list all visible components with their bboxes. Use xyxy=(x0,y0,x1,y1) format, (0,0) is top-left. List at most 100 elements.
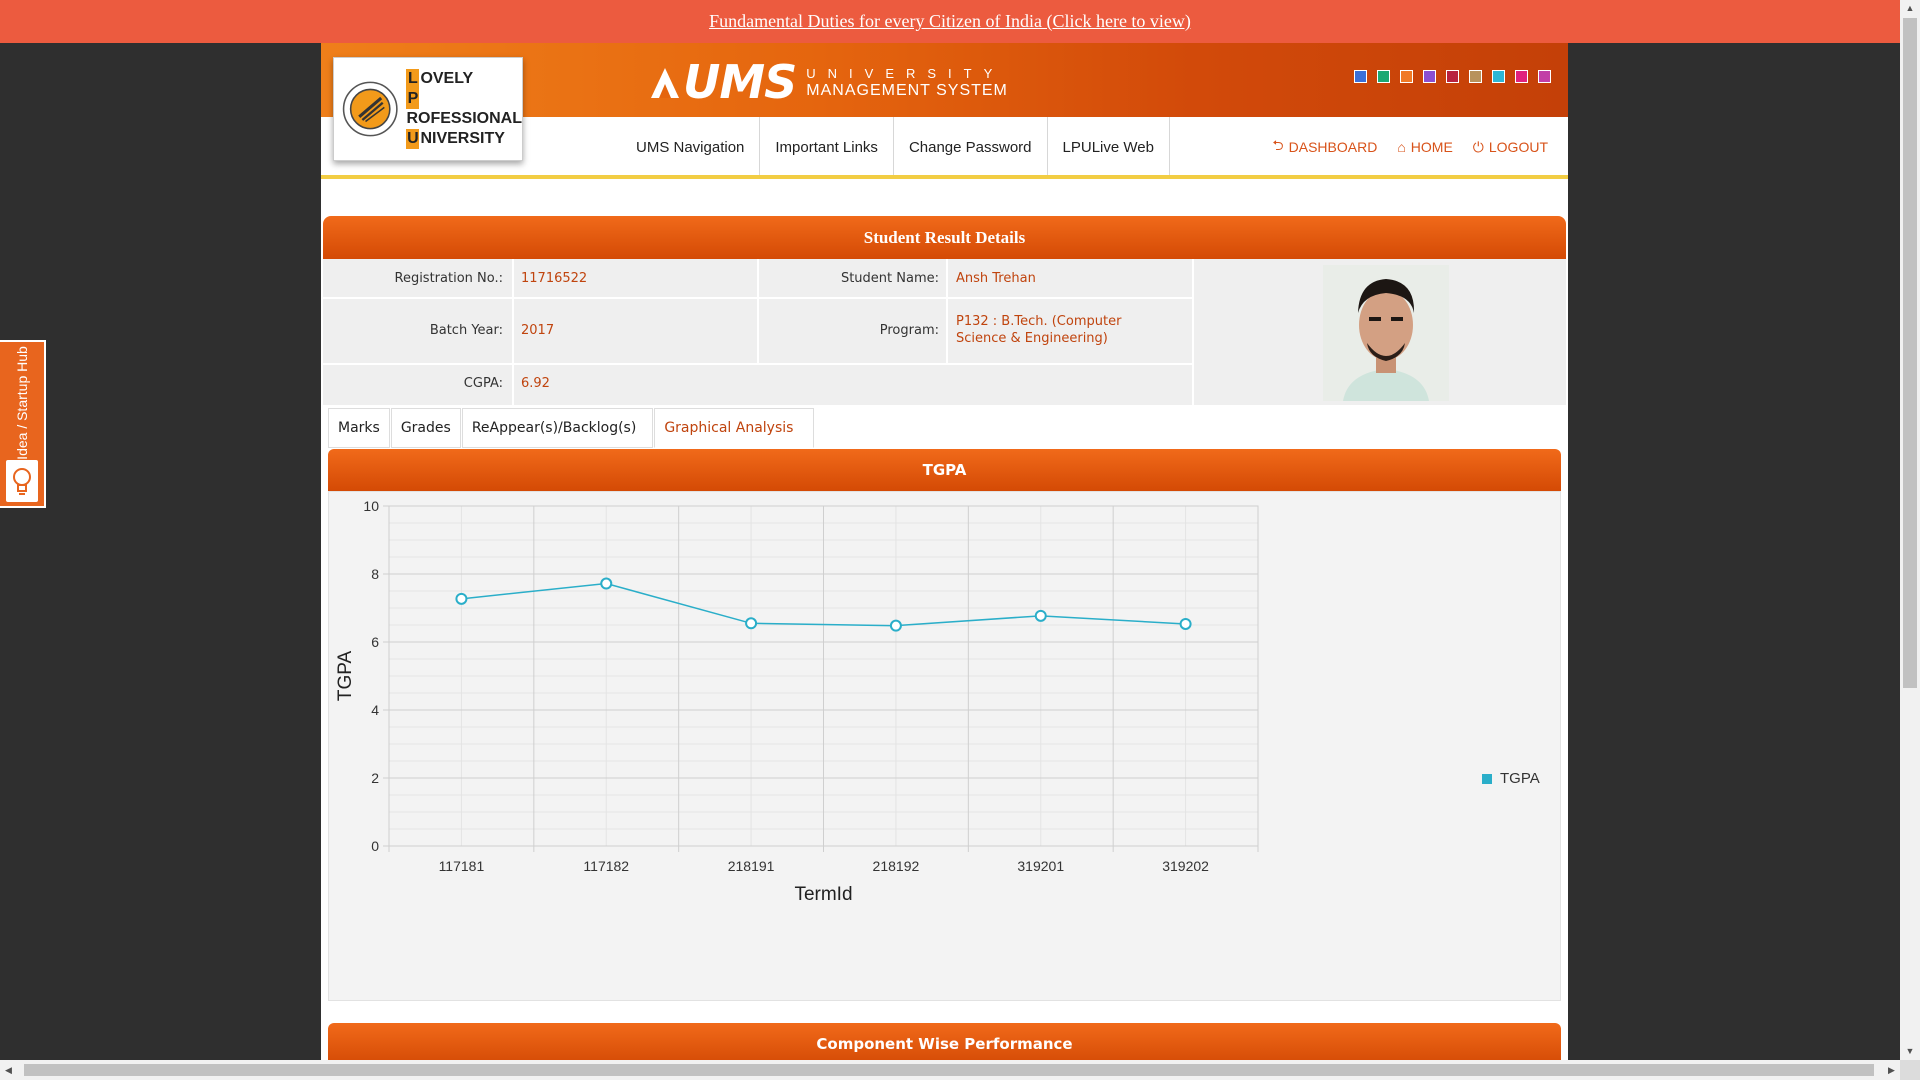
theme-swatch-8[interactable] xyxy=(1515,70,1528,83)
cgpa-label: CGPA: xyxy=(463,376,503,391)
student-info-table: Registration No.: 11716522 Student Name:… xyxy=(323,259,1566,405)
theme-swatch-3[interactable] xyxy=(1400,70,1413,83)
theme-swatch-9[interactable] xyxy=(1538,70,1551,83)
y-tick-label: 0 xyxy=(371,838,379,854)
ums-subtitle: UNIVERSITY MANAGEMENT SYSTEM xyxy=(806,65,1008,99)
divider-h2 xyxy=(323,363,1192,365)
ums-sub-line2: MANAGEMENT SYSTEM xyxy=(806,82,1008,99)
fundamental-duties-banner: Fundamental Duties for every Citizen of … xyxy=(0,0,1900,43)
horizontal-scroll-thumb[interactable] xyxy=(24,1064,1874,1076)
quick-links: ⮌ DASHBOARD ⌂ HOME ⏻ LOGOUT xyxy=(1272,135,1548,159)
vertical-scroll-thumb[interactable] xyxy=(1903,18,1917,688)
tgpa-chart-svg: 0 2 4 6 8 10 117181 117182 218191 218192 319201 319… xyxy=(335,498,1259,905)
logout-label: LOGOUT xyxy=(1488,139,1548,155)
divider-v0 xyxy=(512,259,514,405)
nav-ums-navigation[interactable]: UMS Navigation xyxy=(621,117,761,177)
divider-h1 xyxy=(323,297,1192,299)
scrollbar-corner xyxy=(1900,1060,1920,1080)
component-performance-title: Component Wise Performance xyxy=(328,1023,1561,1062)
tab-reappear-backlogs[interactable]: ReAppear(s)/Backlog(s) xyxy=(461,408,654,448)
data-point xyxy=(455,592,468,605)
y-tick-label: 6 xyxy=(371,634,379,650)
batch-year-value: 2017 xyxy=(521,323,555,338)
theme-swatch-4[interactable] xyxy=(1423,70,1436,83)
horizontal-scrollbar[interactable]: ◀ ▶ xyxy=(0,1060,1900,1080)
scroll-up-icon[interactable]: ▲ xyxy=(1900,0,1920,17)
result-tabs: Marks Grades ReAppear(s)/Backlog(s) Grap… xyxy=(328,408,815,448)
logo-letter-l: L xyxy=(406,69,420,89)
nav-important-links[interactable]: Important Links xyxy=(760,117,894,177)
tab-grades[interactable]: Grades xyxy=(390,408,461,448)
x-tick-label: 117181 xyxy=(439,858,485,874)
power-icon: ⏻ xyxy=(1472,138,1484,155)
fundamental-duties-link[interactable]: Fundamental Duties for every Citizen of … xyxy=(709,11,1191,32)
main-nav: UMS Navigation Important Links Change Pa… xyxy=(621,117,1170,177)
ums-word: UMS xyxy=(683,55,797,109)
student-photo xyxy=(1323,265,1449,401)
program-value-line2: Science & Engineering) xyxy=(956,331,1108,346)
scroll-right-icon[interactable]: ▶ xyxy=(1883,1060,1900,1080)
student-name-value: Ansh Trehan xyxy=(956,271,1036,286)
theme-swatch-6[interactable] xyxy=(1469,70,1482,83)
registration-value: 11716522 xyxy=(521,271,588,286)
home-link[interactable]: ⌂ HOME xyxy=(1397,135,1452,159)
x-tick-label: 319201 xyxy=(1017,858,1064,874)
x-tick-label: 218191 xyxy=(728,858,775,874)
y-axis-label: TGPA xyxy=(335,651,356,702)
dashboard-link[interactable]: ⮌ DASHBOARD xyxy=(1272,135,1377,159)
idea-tab-label-wrap: Idea / Startup Hub xyxy=(4,346,40,460)
scroll-left-icon[interactable]: ◀ xyxy=(0,1060,17,1080)
x-tick-label: 218192 xyxy=(873,858,920,874)
vertical-scrollbar[interactable]: ▲ ▼ xyxy=(1900,0,1920,1060)
logo-letter-u: U xyxy=(406,129,420,149)
nav-lpulive-web[interactable]: LPULive Web xyxy=(1048,117,1170,177)
return-icon: ⮌ xyxy=(1272,137,1284,153)
x-tick-label: 117182 xyxy=(583,858,629,874)
divider-v3 xyxy=(1192,259,1194,405)
tab-marks[interactable]: Marks xyxy=(328,408,390,448)
theme-swatches xyxy=(1354,70,1551,83)
batch-year-label: Batch Year: xyxy=(429,323,503,338)
theme-swatch-5[interactable] xyxy=(1446,70,1459,83)
logo-line2: ROFESSIONAL xyxy=(406,110,522,127)
scroll-down-icon[interactable]: ▼ xyxy=(1900,1043,1920,1060)
theme-swatch-1[interactable] xyxy=(1354,70,1367,83)
main-page: UMS UNIVERSITY MANAGEMENT SYSTEM L OVELY … xyxy=(321,43,1568,1062)
theme-swatch-2[interactable] xyxy=(1377,70,1390,83)
y-tick-label: 4 xyxy=(371,702,379,718)
data-point xyxy=(745,617,758,630)
y-tick-label: 2 xyxy=(371,770,379,786)
idea-startup-hub-tab[interactable]: Idea / Startup Hub xyxy=(0,340,46,508)
logout-link[interactable]: ⏻ LOGOUT xyxy=(1473,135,1548,159)
home-label: HOME xyxy=(1410,139,1453,155)
ums-sub-line1: UNIVERSITY xyxy=(806,66,1005,81)
tgpa-chart-title: TGPA xyxy=(328,449,1561,491)
ums-flame-icon xyxy=(651,68,679,98)
cgpa-value: 6.92 xyxy=(521,376,550,391)
x-tick-label: 319202 xyxy=(1162,858,1209,874)
program-value: P132 : B.Tech. (Computer Science & Engin… xyxy=(956,313,1121,347)
data-point xyxy=(1034,609,1047,622)
header-divider xyxy=(321,175,1568,179)
data-point xyxy=(600,577,613,590)
lpu-logo[interactable]: L OVELY PROFESSIONAL U NIVERSITY xyxy=(333,57,523,161)
dashboard-label: DASHBOARD xyxy=(1288,139,1378,155)
legend-swatch xyxy=(1482,773,1492,784)
theme-swatch-7[interactable] xyxy=(1492,70,1505,83)
x-axis-label: TermId xyxy=(794,884,852,905)
program-label: Program: xyxy=(879,323,939,338)
legend-label: TGPA xyxy=(1500,770,1540,787)
result-panel-title: Student Result Details xyxy=(323,216,1566,259)
lpu-logo-text: L OVELY PROFESSIONAL U NIVERSITY xyxy=(406,69,522,149)
divider-v2 xyxy=(946,259,948,365)
registration-label: Registration No.: xyxy=(394,271,504,286)
chart-legend[interactable]: TGPA xyxy=(1482,770,1540,787)
ums-brand: UMS UNIVERSITY MANAGEMENT SYSTEM xyxy=(647,59,1008,105)
logo-line1: OVELY xyxy=(420,70,474,87)
nav-change-password[interactable]: Change Password xyxy=(894,117,1048,177)
data-point xyxy=(889,619,902,632)
logo-line3: NIVERSITY xyxy=(420,130,505,147)
tab-graphical-analysis[interactable]: Graphical Analysis xyxy=(654,408,815,448)
lpu-emblem-icon xyxy=(342,81,398,137)
logo-letter-p: P xyxy=(406,89,420,109)
